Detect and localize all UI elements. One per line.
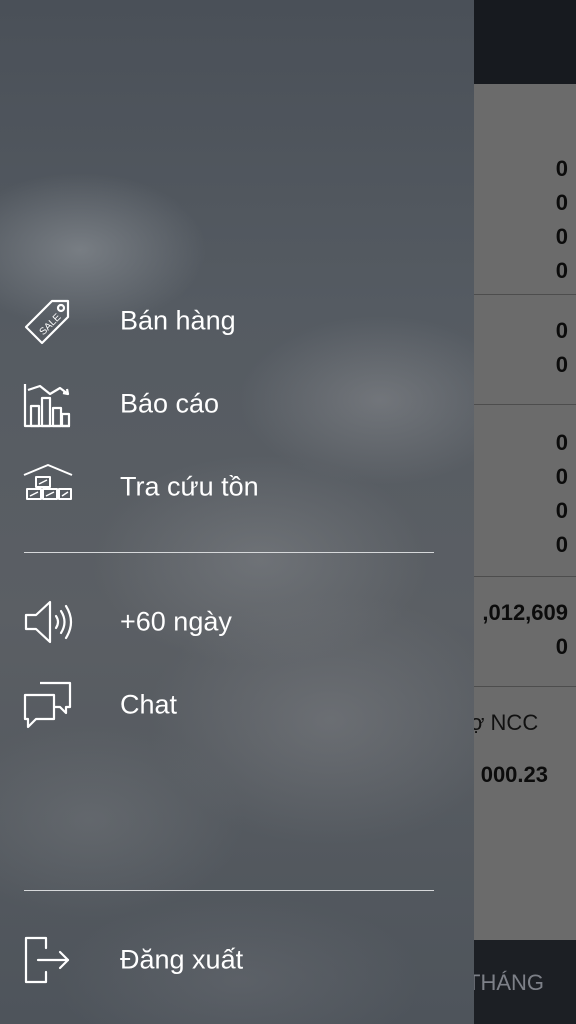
report-chart-icon [22, 378, 74, 430]
tab-month[interactable]: THÁNG [467, 970, 544, 996]
menu-label-reports: Báo cáo [120, 388, 220, 419]
navigation-drawer: SALE Bán hàng Báo cáo Tra cứu tồn +60 ng… [0, 0, 474, 1024]
summary-value: 0 [555, 258, 568, 283]
summary-value: 0 [555, 532, 568, 557]
summary-value: 0 [555, 464, 568, 489]
menu-label-sales: Bán hàng [120, 305, 236, 336]
summary-value: 0 [555, 224, 568, 249]
summary-value: 0 [555, 634, 568, 659]
section-divider [474, 404, 576, 405]
menu-item-logout[interactable]: Đăng xuất [0, 920, 474, 1000]
section-divider [474, 294, 576, 295]
summary-value: 0 [555, 318, 568, 343]
summary-value: 0 [555, 156, 568, 181]
menu-item-inventory[interactable]: Tra cứu tồn [0, 447, 474, 527]
menu-item-overdue-60-days[interactable]: +60 ngày [0, 582, 474, 662]
summary-value: 0 [555, 430, 568, 455]
summary-value: 0 [555, 352, 568, 377]
menu-label-logout: Đăng xuất [120, 944, 244, 975]
section-divider [474, 576, 576, 577]
menu-item-reports[interactable]: Báo cáo [0, 364, 474, 444]
menu-item-sales[interactable]: SALE Bán hàng [0, 281, 474, 361]
supplier-debt-label: ợ NCC [470, 710, 539, 735]
summary-value: 0 [555, 190, 568, 215]
menu-item-chat[interactable]: Chat [0, 665, 474, 745]
summary-value: ,012,609 [482, 600, 568, 625]
menu-label-inventory: Tra cứu tồn [120, 471, 259, 502]
logout-icon [22, 934, 74, 986]
summary-value: 0 [555, 498, 568, 523]
speaker-icon [22, 596, 74, 648]
supplier-debt-value: 000.23 [480, 762, 548, 787]
section-divider [474, 686, 576, 687]
menu-label-chat: Chat [120, 689, 178, 720]
menu-label-overdue: +60 ngày [120, 606, 232, 637]
sale-tag-icon: SALE [22, 295, 74, 347]
inventory-icon [22, 461, 74, 513]
chat-icon [22, 679, 74, 731]
drawer-divider [24, 890, 434, 891]
drawer-divider [24, 552, 434, 553]
